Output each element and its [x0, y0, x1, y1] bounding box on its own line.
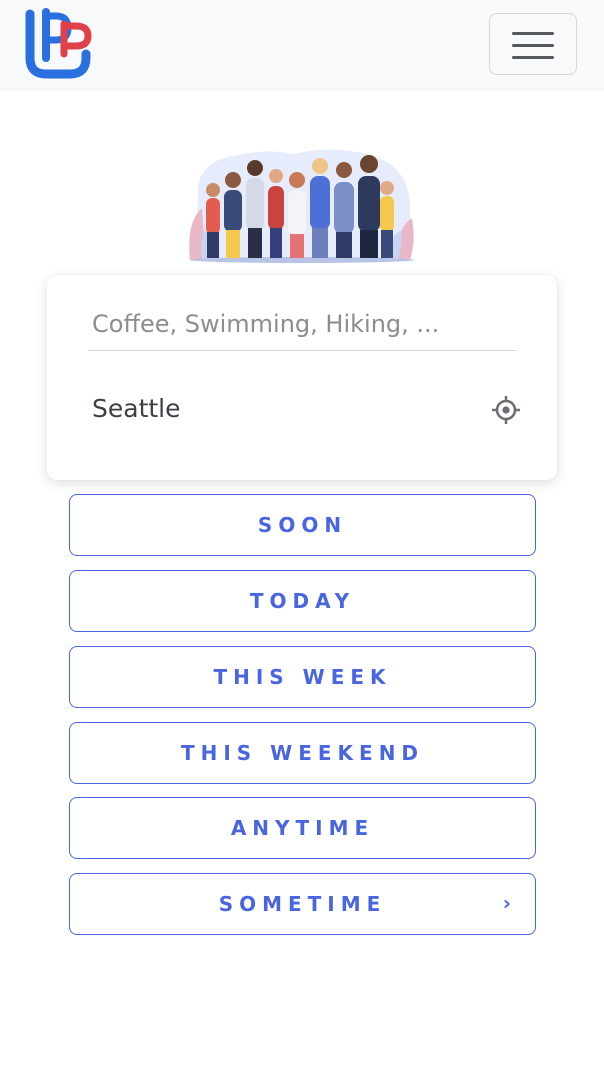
this-week-button[interactable]: THIS WEEK	[69, 646, 536, 708]
this-weekend-button-label: THIS WEEKEND	[180, 741, 425, 765]
location-field[interactable]: Seattle	[92, 394, 181, 423]
soon-button-label: SOON	[257, 513, 348, 537]
today-button[interactable]: TODAY	[69, 570, 536, 632]
sometime-button-label: SOMETIME	[218, 892, 387, 916]
hamburger-icon	[512, 32, 554, 59]
soon-button[interactable]: SOON	[69, 494, 536, 556]
menu-toggle-button[interactable]	[489, 13, 577, 75]
this-weekend-button[interactable]: THIS WEEKEND	[69, 722, 536, 784]
today-button-label: TODAY	[249, 589, 356, 613]
pu-logo-icon[interactable]	[24, 8, 94, 80]
activity-search-input[interactable]	[88, 297, 517, 351]
navbar	[0, 0, 604, 91]
anytime-button-label: ANYTIME	[230, 816, 375, 840]
search-card: Seattle	[47, 275, 557, 480]
group-of-people-illustration	[189, 149, 414, 263]
this-week-button-label: THIS WEEK	[213, 665, 392, 689]
sometime-button[interactable]: SOMETIME ›	[69, 873, 536, 935]
chevron-right-icon: ›	[502, 891, 511, 915]
crosshair-icon[interactable]	[491, 395, 521, 425]
anytime-button[interactable]: ANYTIME	[69, 797, 536, 859]
